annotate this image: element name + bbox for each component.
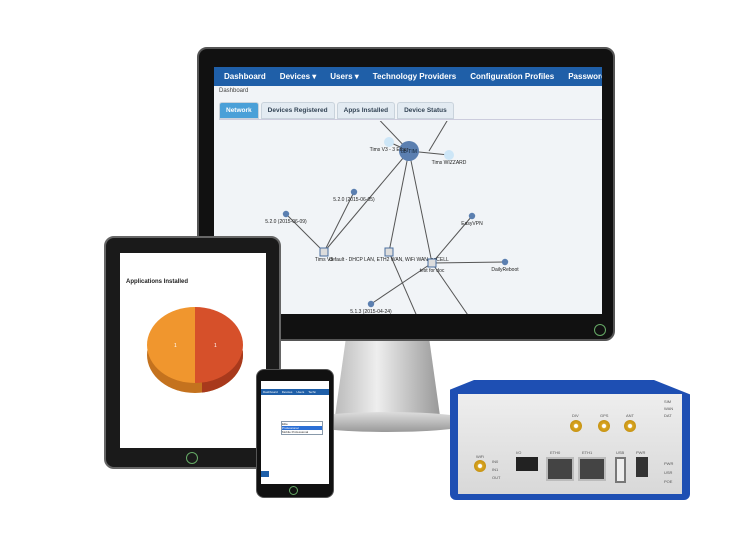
label: GPS <box>600 413 609 418</box>
phone-screen: Dashboard Devices Users Techn Elite Prof… <box>261 381 329 484</box>
graph-node-label: Tims V3 - 3 Ether <box>370 147 409 153</box>
graph-edge <box>388 150 410 253</box>
phone-button[interactable] <box>261 471 269 477</box>
label: PWR <box>636 450 646 455</box>
nav-dashboard[interactable]: Dashboard <box>224 72 266 81</box>
tab-devices-registered[interactable]: Devices Registered <box>260 102 335 119</box>
chart-title: Applications Installed <box>126 279 189 285</box>
label: DIV <box>572 413 579 418</box>
monitor-stand <box>335 341 440 416</box>
eth0-port <box>546 457 574 481</box>
led-labels-bottom: PWR USR POE <box>664 461 674 484</box>
tab-device-status[interactable]: Device Status <box>397 102 454 119</box>
graph-node-label: 5.2.0 (2015-06-05) <box>333 197 375 203</box>
phone-nav-devices[interactable]: Devices <box>282 390 293 394</box>
router-face: DIV GPS ANT SIM WAN DAT PWR USR POE WiFi IN0… <box>458 394 682 494</box>
usb-port <box>615 457 626 483</box>
graph-node-label: Tims WIZZARD <box>432 160 467 166</box>
label: ETH0 <box>550 450 561 455</box>
graph-device-node[interactable] <box>427 258 437 268</box>
graph-node[interactable] <box>350 188 358 196</box>
phone-nav: Dashboard Devices Users Techn <box>261 389 329 395</box>
label: ETH1 <box>582 450 593 455</box>
nav-users[interactable]: Users ▾ <box>330 72 358 81</box>
top-nav: Dashboard Devices ▾ Users ▾ Technology P… <box>214 67 602 86</box>
graph-node-label: 5.1.3 (2015-04-24) <box>350 309 392 314</box>
pie-label-left: 1 <box>174 343 177 349</box>
graph-node[interactable] <box>468 212 476 220</box>
label: ANT <box>626 413 634 418</box>
nav-configuration-profiles[interactable]: Configuration Profiles <box>470 72 554 81</box>
graph-node-label: EasyVPN <box>461 221 483 227</box>
antenna-gps-icon <box>598 420 610 432</box>
power-port <box>636 457 648 477</box>
nav-devices[interactable]: Devices ▾ <box>280 72 316 81</box>
nav-password[interactable]: Password ▾ <box>568 72 602 81</box>
phone-nav-dashboard[interactable]: Dashboard <box>263 390 278 394</box>
tab-apps-installed[interactable]: Apps Installed <box>336 102 396 119</box>
graph-node[interactable] <box>367 300 375 308</box>
phone-nav-users[interactable]: Users <box>296 390 304 394</box>
tab-bar: Network Devices Registered Apps Installe… <box>219 102 602 120</box>
phone: Dashboard Devices Users Techn Elite Prof… <box>256 369 334 498</box>
phone-home-icon[interactable] <box>289 486 298 495</box>
pie-label-right: 1 <box>214 343 217 349</box>
led-labels: SIM WAN DAT <box>664 399 674 418</box>
graph-node[interactable] <box>282 210 290 218</box>
graph-node[interactable] <box>384 137 394 147</box>
option[interactable]: Mobile Professional <box>282 430 322 434</box>
antenna-ant-icon <box>624 420 636 432</box>
power-icon[interactable] <box>594 324 606 336</box>
graph-edge <box>408 150 433 264</box>
breadcrumb: Dashboard <box>219 88 249 94</box>
graph-node[interactable] <box>444 150 454 160</box>
router: DIV GPS ANT SIM WAN DAT PWR USR POE WiFi IN0… <box>450 380 690 500</box>
phone-nav-tech[interactable]: Techn <box>308 390 316 394</box>
io-label: I/O <box>516 450 522 455</box>
pie-chart: 1 1 <box>147 307 243 393</box>
graph-node-label: DailyReboot <box>491 267 519 273</box>
io-port <box>516 457 538 471</box>
eth1-port <box>578 457 606 481</box>
graph-node-label: 5.2.0 (2015-06-09) <box>265 219 307 225</box>
tablet-screen: Applications Installed 1 1 <box>120 253 266 448</box>
graph-device-node[interactable] <box>319 247 329 257</box>
io-labels: IN0 IN1 OUT <box>492 459 501 480</box>
label: WiFi <box>476 454 484 459</box>
label: USB <box>616 450 625 455</box>
antenna-div-icon <box>570 420 582 432</box>
tab-network[interactable]: Network <box>219 102 259 119</box>
antenna-wifi-icon <box>474 460 486 472</box>
dropdown-list[interactable]: Elite Professional Mobile Professional <box>281 421 323 435</box>
graph-node[interactable] <box>501 258 509 266</box>
tablet: Applications Installed 1 1 <box>104 236 281 469</box>
graph-node-label: test for doc <box>420 268 445 274</box>
graph-edge <box>428 121 448 152</box>
nav-technology-providers[interactable]: Technology Providers <box>373 72 456 81</box>
home-button-icon[interactable] <box>186 452 198 464</box>
graph-device-node[interactable] <box>384 247 394 257</box>
